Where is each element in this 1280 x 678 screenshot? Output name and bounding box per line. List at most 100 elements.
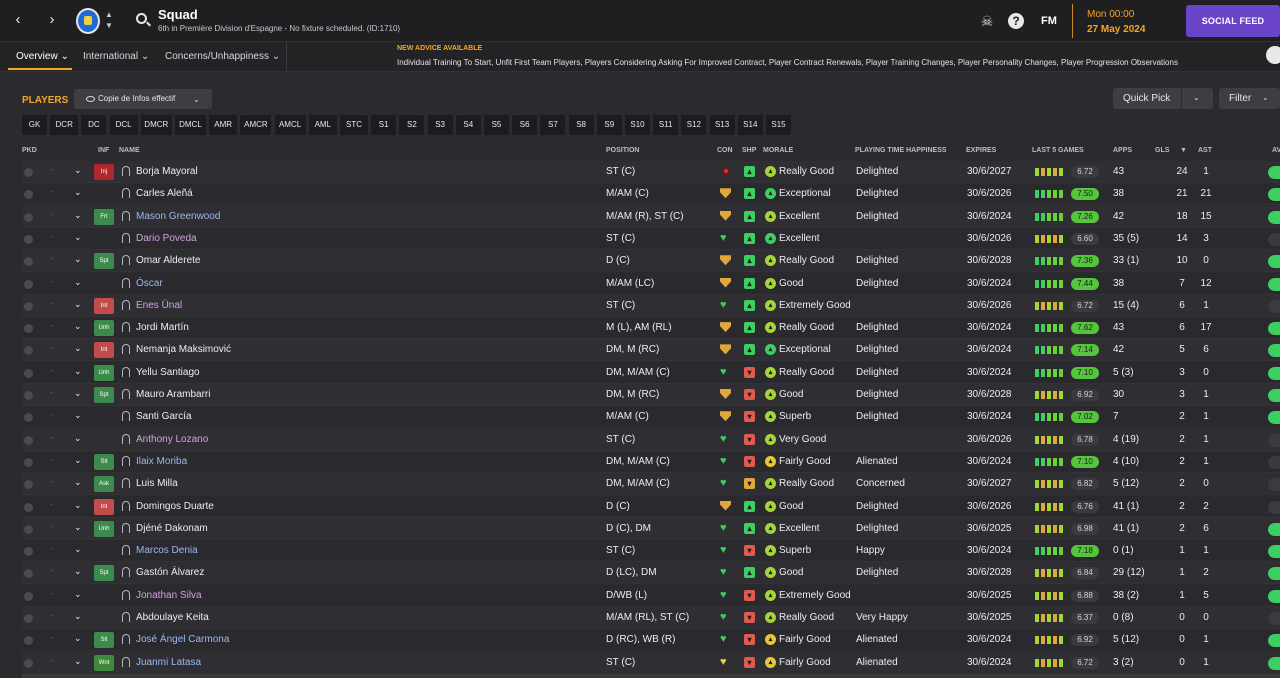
col-apps[interactable]: APPS [1113,147,1132,154]
chevron-down-icon[interactable]: ⌄ [74,522,82,533]
status-badge[interactable]: Spt [94,253,114,270]
chevron-down-icon[interactable]: ⌄ [74,611,82,622]
pkd-toggle[interactable] [24,502,33,512]
player-name[interactable]: Jonathan Silva [136,590,202,601]
table-row[interactable]: - ⌄ Unh Djéné Dakonam D (C), DM ♥ ▴ ▴ Excellent D… [22,517,1280,540]
tab-international[interactable]: International ⌄ [83,51,149,62]
pkd-toggle[interactable] [24,658,33,668]
pkd-toggle[interactable] [24,324,33,334]
col-ast[interactable]: AST [1198,147,1212,154]
player-name[interactable]: Santi García [136,411,192,422]
back-arrow-icon[interactable]: ‹ [8,10,28,30]
status-badge[interactable]: Unh [94,364,114,381]
chevron-down-icon[interactable]: ⌄ [74,410,82,421]
position-filter-dmcl[interactable]: DMCL [175,115,206,135]
pkd-toggle[interactable] [24,569,33,579]
player-name[interactable]: Carles Aleñá [136,188,193,199]
chevron-down-icon[interactable]: ⌄ [74,388,82,399]
pkd-toggle[interactable] [24,547,33,557]
pkd-toggle[interactable] [24,190,33,200]
position-filter-s9[interactable]: S9 [596,115,622,135]
chevron-down-icon[interactable]: ⌄ [74,477,82,488]
pkd-toggle[interactable] [24,212,33,222]
pkd-toggle[interactable] [24,257,33,267]
filter-button[interactable]: Filter [1219,88,1280,109]
position-filter-s11[interactable]: S11 [653,115,679,135]
position-filter-s14[interactable]: S14 [737,115,763,135]
player-name[interactable]: Juanmi Latasa [136,657,201,668]
date-display[interactable]: Mon 00:00 27 May 2024 [1072,4,1176,38]
player-name[interactable]: Nemanja Maksimović [136,344,231,355]
social-feed-button[interactable]: SOCIAL FEED [1186,5,1280,37]
chevron-down-icon[interactable]: ⌄ [74,433,82,444]
table-row[interactable]: - ⌄ Spt Gastón Álvarez D (LC), DM ♥ ▴ ▴ Good Deli… [22,562,1280,585]
status-badge[interactable]: Slt [94,632,114,649]
position-filter-aml[interactable]: AML [308,115,337,135]
table-row[interactable]: - ⌄ Frt Mason Greenwood M/AM (R), ST (C) ▴ ▴ Ex… [22,205,1280,228]
chevron-down-icon[interactable]: ⌄ [74,566,82,577]
club-switch-arrows-icon[interactable]: ▲ ▼ [104,9,114,31]
chevron-down-icon[interactable]: ⌄ [74,254,82,265]
table-row[interactable]: - ⌄ Inj Borja Mayoral ST (C) ▴ ▴ Really Good Del… [22,161,1280,183]
status-badge[interactable]: Spt [94,565,114,582]
player-name[interactable]: Óscar [136,278,163,289]
pkd-toggle[interactable] [24,413,33,423]
chevron-down-icon[interactable]: ⌄ [74,343,82,354]
player-name[interactable]: Luis Milla [136,478,178,489]
position-filter-dmcr[interactable]: DMCR [140,115,172,135]
chevron-down-icon[interactable]: ⌄ [74,165,82,176]
pkd-toggle[interactable] [24,346,33,356]
player-name[interactable]: Marcos Denia [136,545,198,556]
status-badge[interactable]: Ask [94,476,114,493]
pkd-toggle[interactable] [24,435,33,445]
pkd-toggle[interactable] [24,480,33,490]
player-name[interactable]: Gastón Álvarez [136,567,204,578]
position-filter-dcl[interactable]: DCL [109,115,138,135]
position-filter-stc[interactable]: STC [340,115,368,135]
chevron-down-icon[interactable]: ⌄ [74,232,82,243]
pkd-toggle[interactable] [24,591,33,601]
status-badge[interactable]: Int [94,498,114,515]
status-badge[interactable]: Int [94,342,114,359]
chevron-down-icon[interactable]: ⌄ [74,321,82,332]
position-filter-s15[interactable]: S15 [766,115,791,135]
table-row[interactable]: - ⌄ Int Nemanja Maksimović DM, M (RC) ▴ ▴ Excep… [22,339,1280,362]
pkd-toggle[interactable] [24,524,33,534]
help-icon[interactable]: ? [1008,13,1024,29]
sort-icon[interactable]: ▼ [1180,147,1187,154]
player-name[interactable]: Dario Poveda [136,233,197,244]
chevron-down-icon[interactable]: ⌄ [74,455,82,466]
pkd-toggle[interactable] [24,279,33,289]
chevron-down-icon[interactable]: ⌄ [74,589,82,600]
chevron-down-icon[interactable]: ⌄ [1193,93,1200,102]
pkd-toggle[interactable] [24,368,33,378]
position-filter-amcl[interactable]: AMCL [274,115,306,135]
table-row[interactable]: - ⌄ Slt José Ángel Carmona D (RC), WB (R) ♥ ▾ ▴… [22,629,1280,652]
player-name[interactable]: Ilaix Moriba [136,456,187,467]
table-row[interactable]: - ⌄ Abdoulaye Keita M/AM (RL), ST (C) ♥ ▾ ▴ Rea… [22,607,1280,629]
table-row[interactable]: - ⌄ Spt Mauro Arambarri DM, M (RC) ▾ ▴ Good Deli… [22,384,1280,406]
col-av[interactable]: AV [1272,147,1280,154]
tab-concerns[interactable]: Concerns/Unhappiness ⌄ [165,51,280,62]
table-row[interactable]: - ⌄ Slt Ilaix Moriba DM, M/AM (C) ♥ ▾ ▴ Fairly G… [22,450,1280,473]
col-playing-time[interactable]: PLAYING TIME HAPPINESS [855,147,947,154]
position-filter-amr[interactable]: AMR [209,115,238,135]
tab-overview[interactable]: Overview ⌄ [16,51,69,62]
status-badge[interactable]: Int [94,297,114,314]
table-row[interactable]: - ⌄ Santi García M/AM (C) ▾ ▴ Superb Delighted 3… [22,406,1280,429]
pkd-toggle[interactable] [24,234,33,244]
col-name[interactable]: NAME [119,147,140,154]
pkd-toggle[interactable] [24,614,33,623]
col-con[interactable]: CON [717,147,733,154]
status-badge[interactable]: Slt [94,453,114,470]
pkd-toggle[interactable] [24,301,33,311]
table-row[interactable]: - ⌄ Jonathan Silva D/WB (L) ♥ ▾ ▴ Extremely Goo… [22,584,1280,607]
status-badge[interactable]: Unh [94,520,114,537]
position-filter-s3[interactable]: S3 [427,115,453,135]
col-morale[interactable]: MORALE [763,147,793,154]
col-pkd[interactable]: PKD [22,147,37,154]
position-filter-dcr[interactable]: DCR [50,115,79,135]
position-filter-s8[interactable]: S8 [568,115,594,135]
chevron-down-icon[interactable]: ⌄ [74,299,82,310]
position-filter-dc[interactable]: DC [81,115,107,135]
